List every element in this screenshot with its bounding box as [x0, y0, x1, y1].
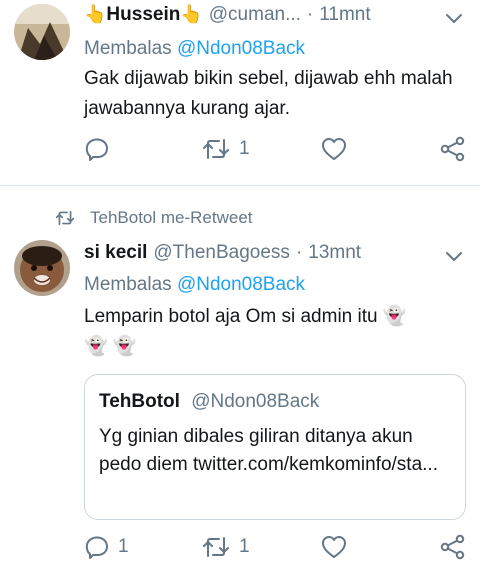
quoted-tweet-text: Yg ginian dibales giliran ditanya akun p…	[99, 426, 438, 475]
tweet-text: Gak dijawab bikin sebel, dijawab ehh mal…	[84, 68, 453, 119]
tweet-1[interactable]: 👆 Hussein 👆 @cuman... · 11mnt Membalas @…	[0, 0, 480, 186]
tweet-actions: 1 1	[84, 532, 474, 562]
tweet-text-line: 👻 👻	[84, 336, 137, 357]
share-icon	[440, 136, 465, 162]
user-handle[interactable]: @cuman...	[209, 4, 301, 26]
quoted-user-handle: @Ndon08Back	[191, 391, 320, 412]
tweet-header: si kecil @ThenBagoess · 13mnt	[84, 242, 361, 272]
like-icon	[322, 138, 346, 160]
quoted-tweet[interactable]: TehBotol @Ndon08Back Yg ginian dibales g…	[84, 374, 466, 520]
retweeted-by-label[interactable]: TehBotol me-Retweet	[90, 208, 253, 228]
tweet-text: Lemparin botol aja Om si admin itu 👻 👻 👻	[84, 302, 474, 362]
user-handle[interactable]: @ThenBagoess	[153, 242, 290, 264]
reply-icon	[85, 536, 108, 559]
avatar[interactable]	[14, 240, 70, 296]
quoted-tweet-header: TehBotol @Ndon08Back	[99, 391, 319, 413]
retweet-count: 1	[239, 138, 250, 159]
replying-to: Membalas @Ndon08Back	[84, 274, 305, 296]
pointing-up-emoji: 👆	[180, 4, 203, 24]
retweet-count: 1	[239, 536, 250, 557]
reply-icon	[85, 138, 108, 161]
like-button[interactable]	[320, 532, 356, 562]
replying-to-label: Membalas	[84, 38, 172, 59]
share-icon	[440, 534, 465, 560]
tweet-header: 👆 Hussein 👆 @cuman... · 11mnt	[84, 4, 371, 34]
separator-dot: ·	[306, 4, 314, 25]
retweet-button[interactable]: 1	[201, 532, 250, 562]
like-button[interactable]	[320, 134, 356, 164]
replying-to-mention[interactable]: @Ndon08Back	[177, 38, 305, 59]
share-button[interactable]	[440, 532, 466, 562]
like-icon	[322, 536, 346, 558]
chevron-down-icon[interactable]	[443, 246, 465, 268]
tweet-actions: 1	[84, 134, 474, 164]
replying-to-label: Membalas	[84, 274, 172, 295]
timestamp[interactable]: 13mnt	[308, 242, 361, 264]
share-button[interactable]	[440, 134, 466, 164]
retweet-icon	[203, 537, 229, 557]
quoted-display-name: TehBotol	[99, 391, 180, 412]
replying-to-mention[interactable]: @Ndon08Back	[177, 274, 305, 295]
reply-count: 1	[118, 536, 129, 557]
tweet-text-line: Lemparin botol aja Om si admin itu 👻	[84, 306, 407, 327]
display-name[interactable]: si kecil	[84, 242, 147, 264]
reply-button[interactable]	[84, 134, 118, 164]
pointing-up-emoji: 👆	[84, 4, 107, 24]
retweet-icon	[55, 210, 75, 226]
chevron-down-icon[interactable]	[443, 8, 465, 30]
avatar[interactable]	[14, 4, 70, 60]
retweet-context: TehBotol me-Retweet	[54, 208, 253, 228]
display-name[interactable]: Hussein	[106, 4, 180, 26]
retweet-button[interactable]: 1	[201, 134, 250, 164]
reply-button[interactable]: 1	[84, 532, 129, 562]
replying-to: Membalas @Ndon08Back	[84, 38, 305, 60]
timestamp[interactable]: 11mnt	[319, 4, 370, 26]
retweet-icon	[203, 139, 229, 159]
separator-dot: ·	[295, 242, 303, 263]
